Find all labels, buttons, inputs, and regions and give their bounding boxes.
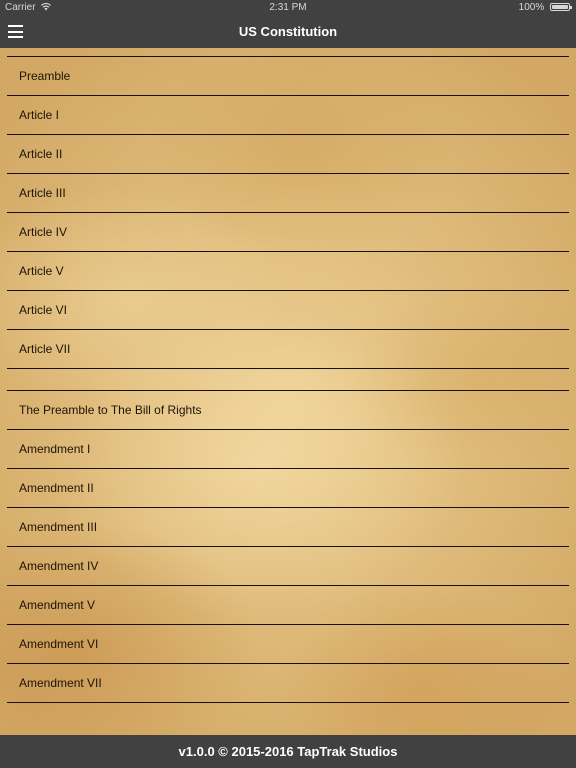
list-item-label: Article IV	[19, 225, 68, 239]
list-item[interactable]: The Preamble to The Bill of Rights	[7, 391, 569, 430]
list-item-label: Amendment VI	[19, 637, 99, 651]
list-item-label: Article II	[19, 147, 63, 161]
list-item[interactable]: Amendment I	[7, 430, 569, 469]
list-item[interactable]: Amendment II	[7, 469, 569, 508]
list-item[interactable]: Article III	[7, 174, 569, 213]
list-item-label: The Preamble to The Bill of Rights	[19, 403, 202, 417]
list-item-label: Amendment I	[19, 442, 91, 456]
list-item[interactable]: Article VI	[7, 291, 569, 330]
list-item[interactable]: Amendment IV	[7, 547, 569, 586]
navigation-bar: US Constitution	[0, 16, 576, 48]
list-item-label: Article I	[19, 108, 60, 122]
list-item-label: Preamble	[19, 69, 71, 83]
battery-icon	[550, 3, 572, 11]
list-item[interactable]: Article V	[7, 252, 569, 291]
list-item-label: Amendment VII	[19, 676, 102, 690]
list-item-label: Article VII	[19, 342, 71, 356]
list-item-label: Amendment V	[19, 598, 96, 612]
list-item[interactable]: Amendment VI	[7, 625, 569, 664]
status-time: 2:31 PM	[269, 2, 307, 13]
list-item[interactable]: Article II	[7, 135, 569, 174]
list-item-label: Article III	[19, 186, 66, 200]
list-item[interactable]: Amendment III	[7, 508, 569, 547]
list-item[interactable]: Amendment VII	[7, 664, 569, 703]
footer-credit: v1.0.0 © 2015-2016 TapTrak Studios	[0, 735, 576, 768]
list-item[interactable]: Article IV	[7, 213, 569, 252]
list-item[interactable]: Article VII	[7, 330, 569, 369]
list-item-label: Amendment III	[19, 520, 98, 534]
app-screen: Carrier 2:31 PM 100% US Constitution Pre…	[0, 0, 576, 768]
list-item-label: Article V	[19, 264, 64, 278]
list-item[interactable]: Article I	[7, 96, 569, 135]
battery-percent: 100%	[518, 2, 545, 13]
list-item-label: Amendment II	[19, 481, 94, 495]
list-item[interactable]: Preamble	[7, 57, 569, 96]
status-bar: Carrier 2:31 PM 100%	[0, 0, 576, 16]
list-item[interactable]: Amendment V	[7, 586, 569, 625]
document-list-area[interactable]: Preamble Article I Article II Article III Ar…	[0, 48, 576, 735]
list-item-label: Article VI	[19, 303, 68, 317]
sections-list: Preamble Article I Article II Article III Ar…	[0, 57, 576, 703]
list-item-label: Amendment IV	[19, 559, 99, 573]
status-battery: 100%	[518, 0, 572, 16]
page-title: US Constitution	[238, 24, 338, 39]
list-spacer	[7, 369, 569, 391]
